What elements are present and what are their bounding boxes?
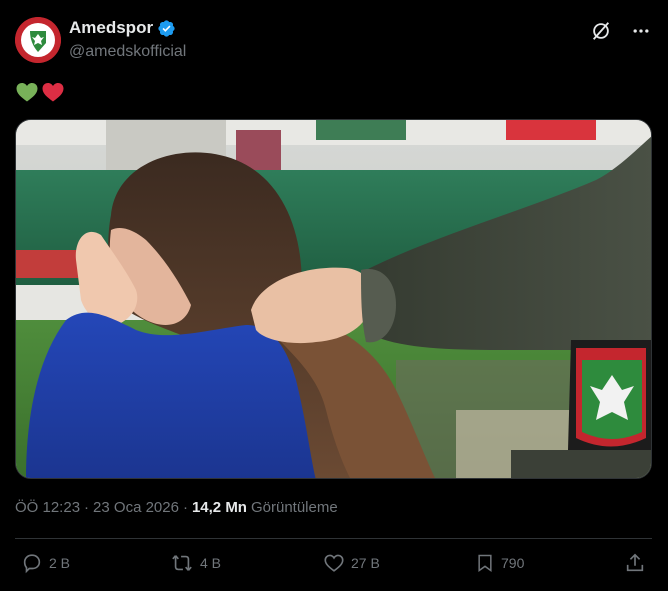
tweet-media-video[interactable] [15,119,652,479]
grok-button[interactable] [588,18,614,44]
red-heart-emoji [42,83,64,102]
repost-count: 4 B [200,555,222,571]
more-dots-icon [633,29,649,33]
repost-icon [172,555,192,571]
verified-badge-icon [158,19,175,37]
tweet-actions: 2 B 4 B 27 B 790 [15,552,652,578]
repost-button[interactable]: 4 B [170,552,221,574]
top-actions [588,18,654,44]
like-icon [324,554,344,572]
bookmark-icon [478,554,492,572]
tweet-time[interactable]: ÖÖ 12:23 [15,498,80,518]
tweet-meta: ÖÖ 12:23 · 23 Oca 2026 · 14,2 Mn Görüntü… [15,498,338,518]
author-handle[interactable]: @amedskofficial [69,42,186,62]
views-label: Görüntüleme [250,499,338,516]
bookmark-button[interactable]: 790 [475,552,524,574]
amedspor-crest-icon [15,17,61,63]
meta-separator: · [182,499,188,516]
green-heart-emoji [16,83,38,102]
grok-icon [592,22,610,40]
reply-count: 2 B [49,555,71,571]
reply-icon [23,554,41,574]
tweet-date[interactable]: 23 Oca 2026 [93,498,179,518]
divider [15,538,652,539]
share-icon [626,553,644,572]
more-button[interactable] [628,18,654,44]
views-count: 14,2 Mn [191,499,247,516]
author-name[interactable]: Amedspor [69,17,176,39]
like-count: 27 B [351,555,380,571]
author-name-text: Amedspor [69,18,154,37]
reply-button[interactable]: 2 B [21,552,70,574]
like-button[interactable]: 27 B [323,552,380,574]
tweet: Amedspor @amedskofficial ÖÖ 12:23 · 23 O… [0,0,668,591]
bookmark-count: 790 [501,555,525,571]
meta-separator: · [84,499,90,516]
stadium-photo [16,120,651,478]
tweet-text [15,80,65,104]
share-button[interactable] [624,552,646,574]
avatar[interactable] [15,17,61,63]
